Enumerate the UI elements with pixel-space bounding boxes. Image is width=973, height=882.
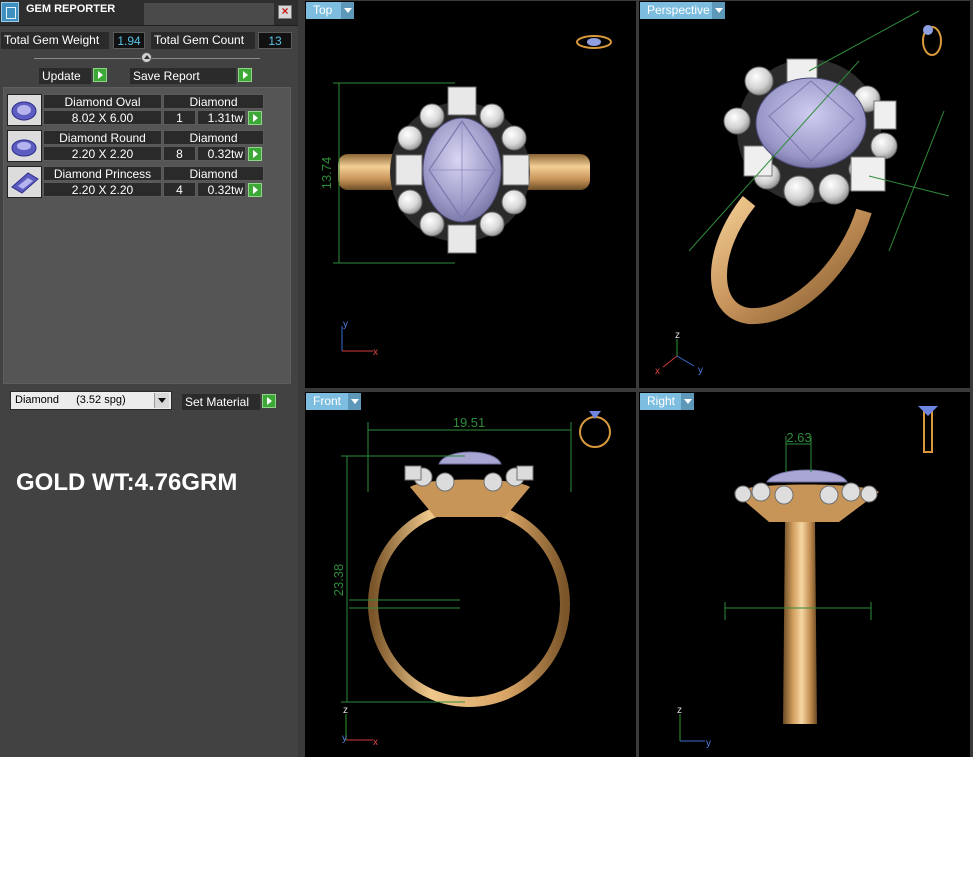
right-viewport[interactable]: 2.63 z y Right (639, 392, 970, 757)
panel-title: GEM REPORTER (26, 3, 116, 15)
gem-count: 1 (163, 110, 196, 125)
tab-perspective[interactable]: Perspective (640, 2, 714, 19)
collapse-toggle[interactable] (141, 52, 152, 63)
top-viewport[interactable]: 13.74 y x Top (305, 1, 636, 388)
chevron-down-icon[interactable] (154, 393, 169, 408)
axis-z-label: z (677, 705, 682, 716)
gold-weight-note: GOLD WT:4.76GRM (16, 469, 238, 496)
front-width-dimension: 19.51 (453, 415, 486, 430)
gem-size: 2.20 X 2.20 (43, 182, 162, 197)
axis-y-label: y (698, 365, 703, 376)
material-spg: (3.52 spg) (76, 394, 126, 406)
gem-count: 4 (163, 182, 196, 197)
tab-top[interactable]: Top (306, 2, 343, 19)
perspective-axis-indicator: z x y (655, 330, 703, 377)
right-width-dimension: 2.63 (786, 430, 811, 445)
gem-size: 2.20 X 2.20 (43, 146, 162, 161)
close-button[interactable]: × (278, 5, 292, 19)
axis-x-label: x (373, 347, 378, 358)
gem-material: Diamond (163, 166, 264, 181)
princess-gem-icon (7, 166, 42, 198)
axis-y-label: y (342, 733, 347, 744)
material-select[interactable]: Diamond (3.52 spg) (10, 391, 172, 410)
save-report-button[interactable]: Save Report (130, 68, 236, 84)
ring-right-render (734, 469, 879, 724)
front-axis-indicator: z y x (342, 705, 378, 748)
axis-z-label: z (675, 330, 680, 341)
ring-top-render (338, 86, 590, 254)
gem-go-icon[interactable] (248, 111, 262, 125)
perspective-thumbnail-ring-icon (922, 25, 942, 56)
update-button[interactable]: Update (39, 68, 91, 84)
front-view-menu-icon[interactable] (348, 393, 361, 410)
front-thumbnail-ring-icon (579, 411, 611, 448)
top-axis-indicator: y x (341, 319, 378, 358)
top-view-menu-icon[interactable] (341, 2, 354, 19)
title-bar-tab (144, 3, 274, 25)
gem-go-icon[interactable] (248, 147, 262, 161)
total-gem-weight-value: 1.94 (113, 32, 145, 49)
axis-x-label: x (655, 366, 660, 377)
material-value: Diamond (15, 394, 60, 406)
gem-weight: 0.32tw (197, 182, 246, 197)
gem-weight: 0.32tw (197, 146, 246, 161)
update-go-icon[interactable] (93, 68, 107, 82)
axis-y-label: y (343, 319, 348, 330)
gem-reporter-app-icon (1, 2, 19, 22)
right-thumbnail-ring-icon (918, 406, 938, 453)
save-report-go-icon[interactable] (238, 68, 252, 82)
axis-x-label: x (373, 737, 378, 748)
gem-name: Diamond Oval (43, 94, 162, 109)
axis-z-label: z (343, 705, 348, 716)
axis-y-label: y (706, 738, 711, 749)
perspective-view-menu-icon[interactable] (712, 2, 725, 19)
gem-count: 8 (163, 146, 196, 161)
set-material-go-icon[interactable] (262, 394, 276, 408)
right-view-menu-icon[interactable] (681, 393, 694, 410)
top-thumbnail-ring-icon (576, 35, 612, 49)
ring-front-render (368, 451, 570, 707)
tab-front[interactable]: Front (306, 393, 350, 410)
round-gem-icon (7, 130, 42, 162)
gem-material: Diamond (163, 130, 264, 145)
gem-weight: 1.31tw (197, 110, 246, 125)
top-height-dimension: 13.74 (319, 157, 334, 190)
front-viewport[interactable]: 19.51 23.38 z y x Front (305, 392, 636, 757)
tab-right[interactable]: Right (640, 393, 683, 410)
oval-gem-icon (7, 94, 42, 126)
gem-material: Diamond (163, 94, 264, 109)
gem-name: Diamond Round (43, 130, 162, 145)
gem-go-icon[interactable] (248, 183, 262, 197)
set-material-button[interactable]: Set Material (182, 394, 260, 410)
right-axis-indicator: z y (677, 705, 711, 749)
gem-name: Diamond Princess (43, 166, 162, 181)
total-gem-count-value: 13 (258, 32, 292, 49)
total-gem-count-label: Total Gem Count (151, 32, 255, 49)
front-height-dimension: 23.38 (331, 564, 346, 597)
perspective-viewport[interactable]: z x y Perspective (639, 1, 970, 388)
gem-size: 8.02 X 6.00 (43, 110, 162, 125)
total-gem-weight-label: Total Gem Weight (1, 32, 109, 49)
